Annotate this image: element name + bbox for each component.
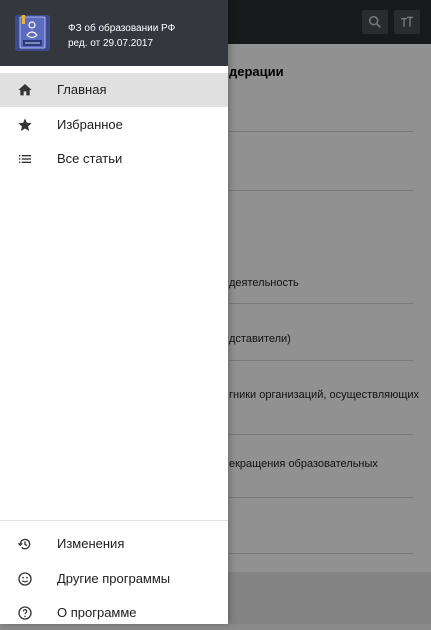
drawer-divider <box>0 520 228 521</box>
navigation-drawer: ФЗ об образовании РФ ред. от 29.07.2017 … <box>0 0 228 624</box>
app-subtitle: ред. от 29.07.2017 <box>68 38 154 49</box>
star-icon <box>17 117 33 133</box>
smiley-icon <box>17 571 33 587</box>
nav-item-favorites[interactable]: Избранное <box>0 108 228 142</box>
nav-item-label: Главная <box>57 82 107 97</box>
nav-item-home[interactable]: Главная <box>0 73 228 107</box>
nav-item-all-articles[interactable]: Все статьи <box>0 142 228 176</box>
nav-item-about[interactable]: О программе <box>0 596 228 630</box>
nav-item-label: Избранное <box>57 117 123 132</box>
history-icon <box>17 536 33 552</box>
nav-item-label: Все статьи <box>57 151 123 166</box>
nav-item-label: Изменения <box>57 536 125 551</box>
nav-item-label: Другие программы <box>57 571 171 586</box>
nav-item-label: О программе <box>57 605 137 620</box>
nav-item-changes[interactable]: Изменения <box>0 527 228 561</box>
drawer-header: ФЗ об образовании РФ ред. от 29.07.2017 <box>0 0 228 66</box>
app-logo-icon <box>15 15 50 51</box>
home-icon <box>17 82 33 98</box>
list-icon <box>17 151 33 167</box>
help-icon <box>17 605 33 621</box>
nav-item-other-apps[interactable]: Другие программы <box>0 562 228 596</box>
app-title: ФЗ об образовании РФ <box>68 23 176 34</box>
